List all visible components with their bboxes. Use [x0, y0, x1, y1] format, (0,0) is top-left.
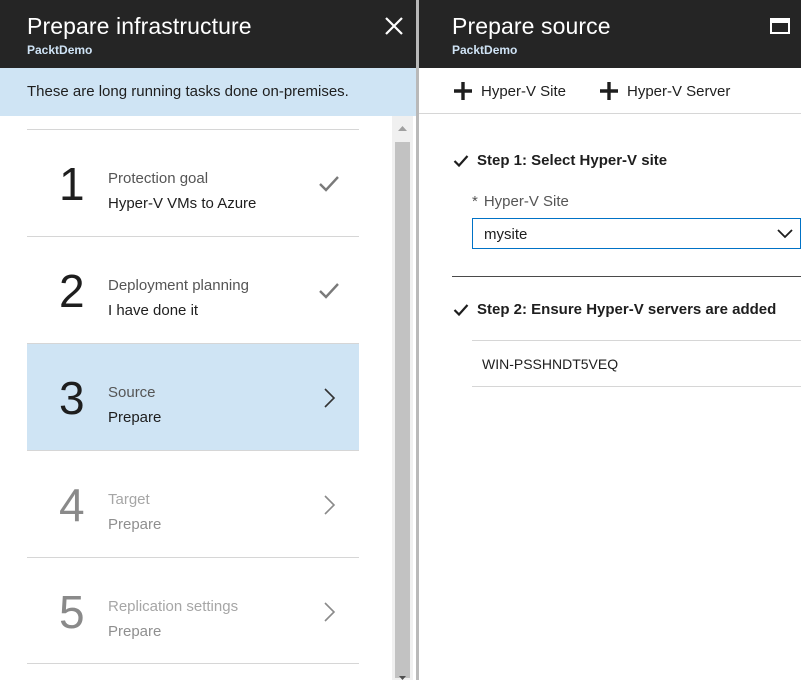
add-site-label: Hyper-V Site [481, 82, 567, 100]
field-label-text: Hyper-V Site [483, 193, 569, 210]
maximize-icon [770, 18, 790, 34]
close-icon [385, 17, 403, 35]
step-title: Replication settings [108, 598, 239, 615]
prepare-infrastructure-blade: Prepare infrastructure PacktDemo These a… [0, 0, 416, 680]
hyper-v-site-field-label: * Hyper-V Site [472, 193, 569, 210]
toolbar: Hyper-V Site Hyper-V Server [419, 68, 801, 114]
scroll-down-arrow-icon[interactable] [392, 670, 413, 680]
step-number: 5 [59, 586, 85, 638]
plus-icon [453, 81, 473, 101]
required-marker: * [472, 193, 478, 210]
step2-title: Step 2: Ensure Hyper-V servers are added [477, 301, 777, 318]
step-number: 2 [59, 265, 85, 317]
prepare-source-blade: Prepare source PacktDemo Hyper-V Site Hy… [419, 0, 801, 680]
vertical-scrollbar[interactable] [392, 116, 413, 680]
checkmark-icon [453, 302, 469, 318]
chevron-right-icon [317, 493, 341, 517]
step1-header: Step 1: Select Hyper-V site [453, 152, 667, 169]
scrollbar-thumb[interactable] [395, 142, 410, 678]
step-protection-goal[interactable]: 1 Protection goal Hyper-V VMs to Azure [27, 129, 359, 236]
right-blade-subtitle: PacktDemo [452, 43, 518, 57]
maximize-button[interactable] [769, 16, 791, 36]
close-button[interactable] [382, 14, 406, 38]
step-title: Protection goal [108, 170, 209, 187]
left-blade-title: Prepare infrastructure [27, 13, 252, 39]
step-target[interactable]: 4 Target Prepare [27, 450, 359, 557]
step-subtitle: Prepare [108, 516, 162, 533]
step1-title: Step 1: Select Hyper-V site [477, 152, 668, 169]
add-hyper-v-server-button[interactable]: Hyper-V Server [599, 80, 730, 102]
left-blade-subtitle: PacktDemo [27, 43, 93, 57]
server-list-item[interactable]: WIN-PSSHNDT5VEQ [472, 340, 801, 387]
right-blade-title: Prepare source [452, 13, 611, 39]
step-subtitle: I have done it [108, 302, 199, 319]
scroll-up-arrow-icon[interactable] [392, 120, 413, 136]
checkmark-icon [317, 172, 341, 196]
left-blade-header: Prepare infrastructure PacktDemo [0, 0, 416, 68]
right-blade-header: Prepare source PacktDemo [419, 0, 801, 68]
step2-header: Step 2: Ensure Hyper-V servers are added [453, 301, 776, 318]
checkmark-icon [317, 279, 341, 303]
step-replication-settings[interactable]: 5 Replication settings Prepare [27, 557, 359, 664]
step-title: Source [108, 384, 156, 401]
chevron-right-icon [317, 600, 341, 624]
chevron-right-icon [317, 386, 341, 410]
step-deployment-planning[interactable]: 2 Deployment planning I have done it [27, 236, 359, 343]
server-list: WIN-PSSHNDT5VEQ [472, 340, 801, 387]
plus-icon [599, 81, 619, 101]
chevron-down-icon [776, 226, 794, 242]
step-number: 1 [59, 158, 85, 210]
step-subtitle: Hyper-V VMs to Azure [108, 195, 257, 212]
info-banner: These are long running tasks done on-pre… [0, 68, 416, 116]
step-title: Deployment planning [108, 277, 249, 294]
step-subtitle: Prepare [108, 623, 162, 640]
step-subtitle: Prepare [108, 409, 162, 426]
step-number: 3 [59, 372, 85, 424]
hyper-v-site-selected-value: mysite [484, 226, 528, 243]
section-divider [452, 276, 801, 277]
step-number: 4 [59, 479, 85, 531]
step-source[interactable]: 3 Source Prepare [27, 343, 359, 450]
checkmark-icon [453, 153, 469, 169]
hyper-v-site-select[interactable]: mysite [472, 218, 801, 249]
steps-list: 1 Protection goal Hyper-V VMs to Azure 2… [27, 129, 359, 664]
add-hyper-v-site-button[interactable]: Hyper-V Site [453, 80, 566, 102]
step-title: Target [108, 491, 150, 508]
add-server-label: Hyper-V Server [627, 82, 731, 100]
